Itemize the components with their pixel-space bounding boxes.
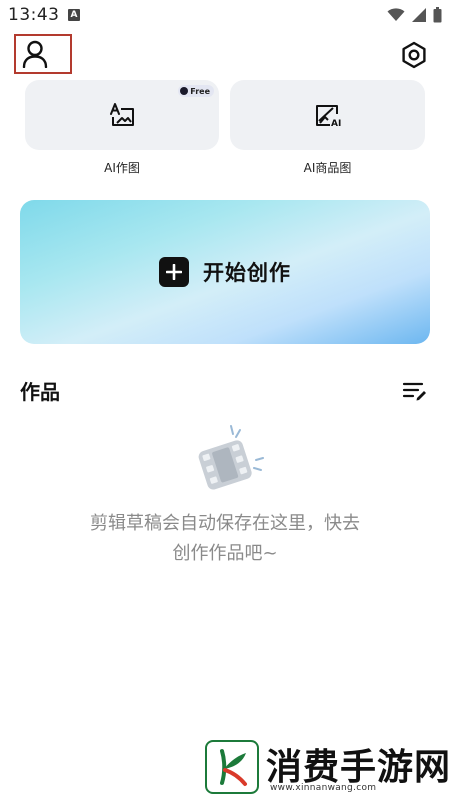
- status-bar: 13:43 A: [0, 0, 450, 30]
- battery-icon: [433, 7, 442, 23]
- watermark-url: www.xinnanwang.com: [270, 783, 377, 793]
- free-badge-label: Free: [190, 86, 210, 96]
- free-badge: Free: [178, 85, 214, 97]
- ai-draw-label[interactable]: AI作图: [25, 159, 219, 176]
- person-icon: [22, 40, 48, 68]
- site-watermark: 消费手游网 www.xinnanwang.com: [200, 738, 450, 799]
- ai-product-label[interactable]: AI商品图: [230, 159, 425, 176]
- notification-a-icon: A: [68, 9, 80, 21]
- empty-state-line-2: 创作作品吧~: [172, 543, 278, 564]
- works-section-title: 作品: [20, 380, 60, 404]
- status-time: 13:43: [8, 5, 60, 25]
- image-text-icon: [110, 103, 134, 126]
- empty-state-message: 剪辑草稿会自动保存在这里，快去 创作作品吧~: [40, 509, 410, 569]
- settings-button[interactable]: [398, 39, 430, 71]
- film-icon: [198, 425, 264, 490]
- edit-works-button[interactable]: [402, 380, 428, 402]
- leaf-k-logo-icon: [220, 749, 247, 786]
- empty-state-line-1: 剪辑草稿会自动保存在这里，快去: [90, 513, 360, 534]
- wifi-icon: [387, 8, 405, 21]
- start-create-label: 开始创作: [203, 261, 291, 285]
- profile-button[interactable]: [14, 34, 72, 74]
- edit-list-icon: [402, 382, 426, 401]
- ai-product-card[interactable]: AI: [230, 80, 425, 150]
- clock-icon: [180, 87, 189, 95]
- settings-icon: [402, 41, 426, 69]
- ai-draw-card[interactable]: Free: [25, 80, 219, 150]
- ai-image-icon: AI: [315, 105, 341, 127]
- svg-text:AI: AI: [331, 119, 341, 127]
- signal-icon: [412, 8, 426, 22]
- watermark-logo: [205, 740, 259, 794]
- status-icons: [387, 6, 442, 24]
- start-create-button[interactable]: 开始创作: [20, 200, 430, 344]
- plus-icon: [159, 257, 189, 287]
